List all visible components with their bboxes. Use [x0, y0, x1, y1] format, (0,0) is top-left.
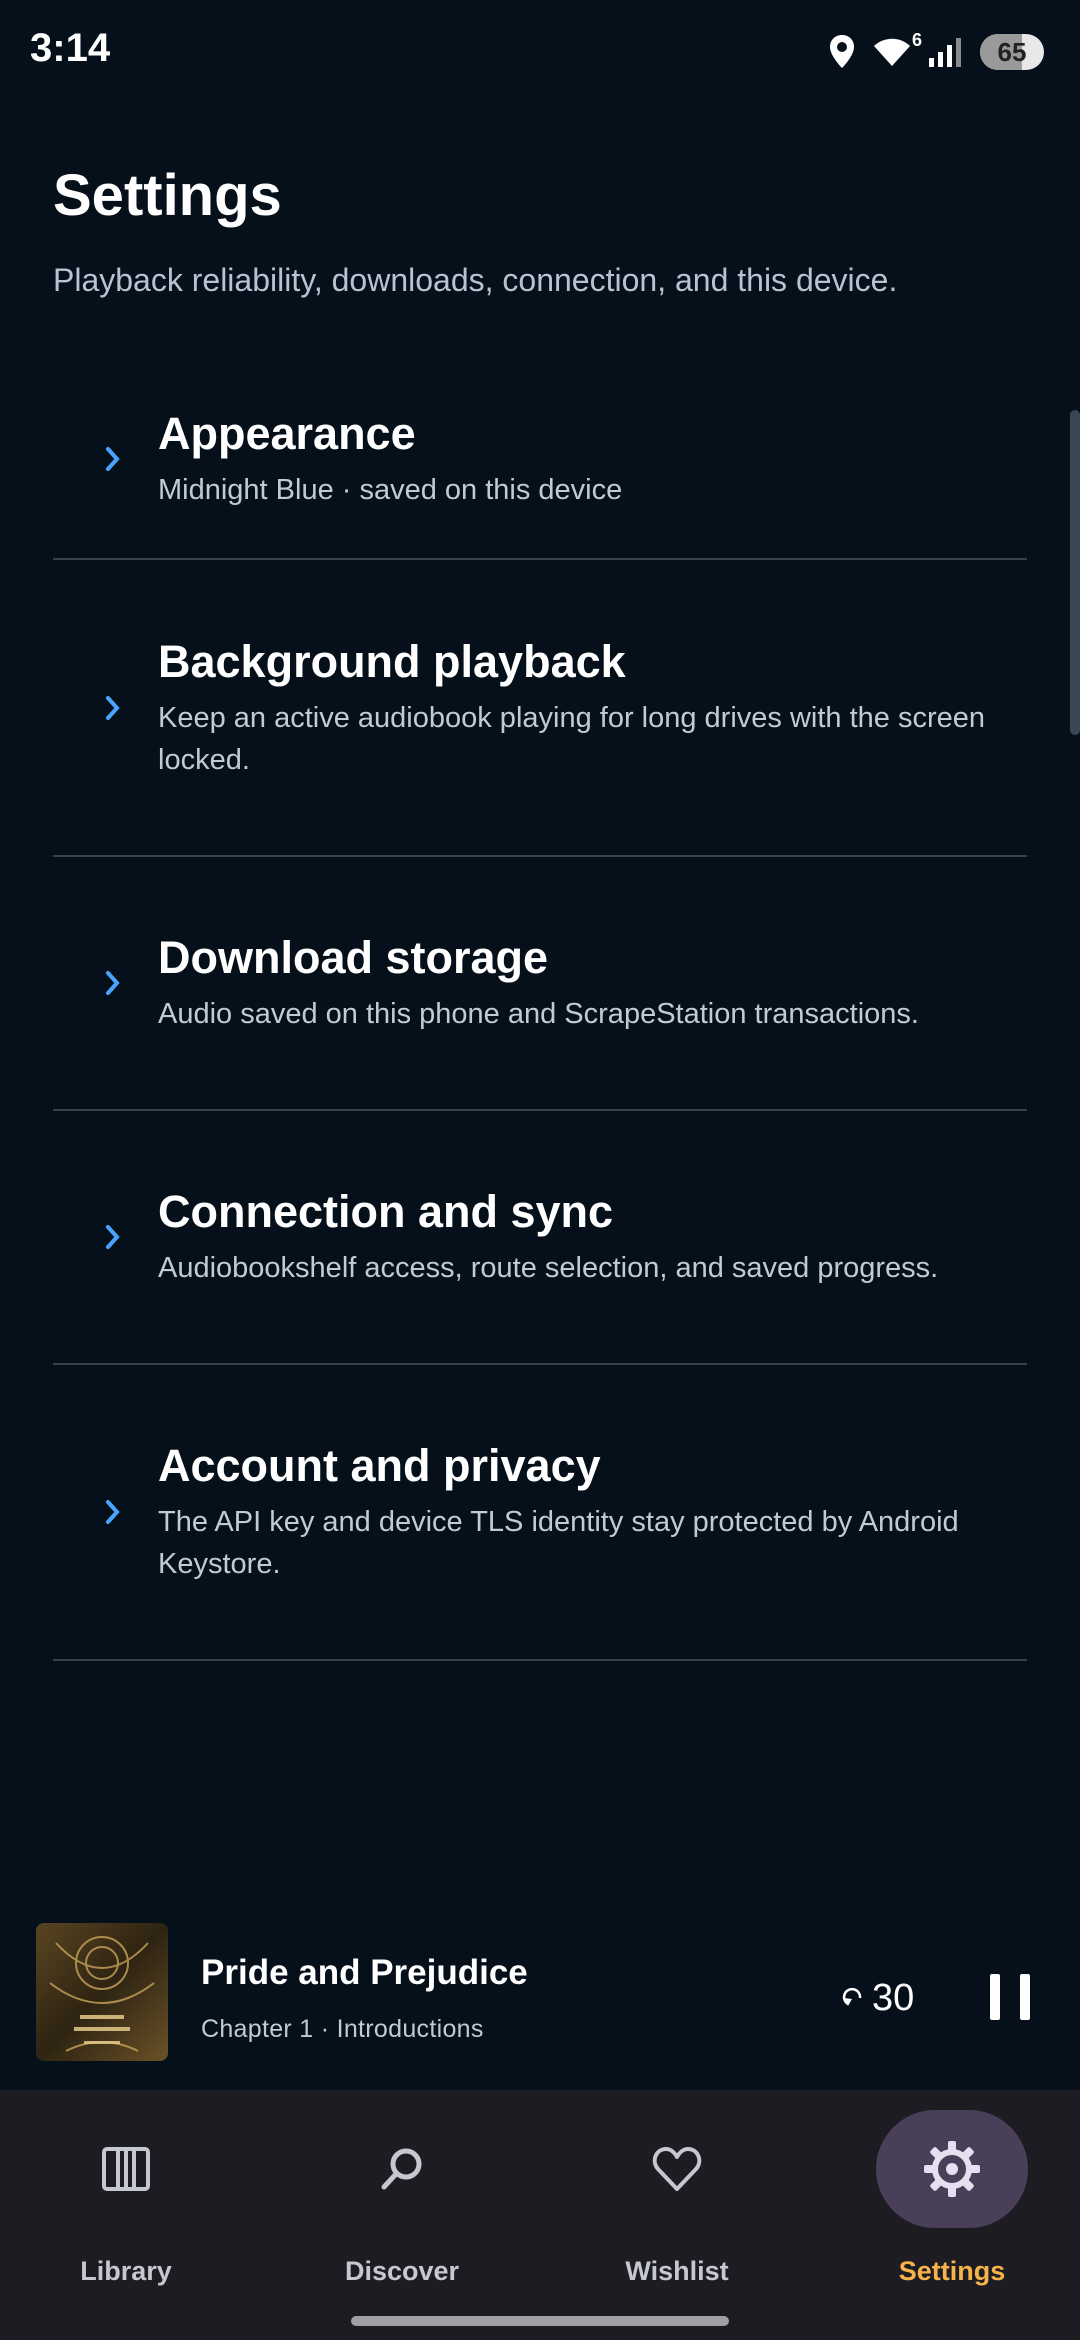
- status-time: 3:14: [30, 26, 111, 70]
- chevron-right-icon: [53, 970, 158, 996]
- chevron-right-icon: [53, 695, 158, 721]
- nav-item-library[interactable]: Library: [36, 2110, 216, 2290]
- status-bar: 3:14 6 65: [0, 0, 1080, 100]
- settings-screen: 3:14 6 65 Settings Playback reliability,…: [0, 0, 1080, 2340]
- bottom-navigation: Library Discover Wishlist Settings: [0, 2090, 1080, 2340]
- gear-icon: [876, 2110, 1028, 2228]
- location-icon: [828, 34, 856, 70]
- pause-button[interactable]: [990, 1969, 1030, 2025]
- settings-item-subtitle: Keep an active audiobook playing for lon…: [158, 701, 986, 776]
- nav-item-wishlist[interactable]: Wishlist: [587, 2110, 767, 2290]
- settings-item-background-playback[interactable]: Background playback Keep an active audio…: [53, 560, 1027, 857]
- nav-label: Discover: [344, 2256, 460, 2286]
- page-title: Settings: [53, 163, 282, 228]
- pause-bar: [1020, 1974, 1030, 2020]
- settings-item-connection-sync[interactable]: Connection and sync Audiobookshelf acces…: [53, 1111, 1027, 1365]
- rewind-button[interactable]: 30: [842, 1973, 914, 2023]
- status-icons: 6 65: [828, 30, 1044, 74]
- settings-item-account-privacy[interactable]: Account and privacy The API key and devi…: [53, 1365, 1027, 1661]
- now-playing-title: Pride and Prejudice: [201, 1953, 528, 1992]
- chevron-right-icon: [53, 446, 158, 472]
- wifi-icon: 6: [872, 30, 922, 68]
- heart-icon: [601, 2110, 753, 2228]
- settings-item-title: Background playback: [158, 635, 626, 687]
- home-indicator[interactable]: [351, 2316, 729, 2326]
- settings-item-title: Account and privacy: [158, 1440, 601, 1491]
- settings-item-download-storage[interactable]: Download storage Audio saved on this pho…: [53, 857, 1027, 1111]
- chevron-right-icon: [53, 1499, 158, 1525]
- settings-item-title: Appearance: [158, 408, 416, 459]
- nav-item-settings[interactable]: Settings: [862, 2110, 1042, 2290]
- rewind-seconds: 30: [872, 1976, 915, 2019]
- library-icon: [50, 2110, 202, 2228]
- battery-icon: 65: [980, 34, 1044, 70]
- settings-item-title: Download storage: [158, 932, 549, 983]
- pause-bar: [990, 1974, 1000, 2020]
- search-icon: [326, 2110, 478, 2228]
- settings-item-subtitle: Audio saved on this phone and ScrapeStat…: [158, 998, 919, 1030]
- nav-label: Wishlist: [625, 2256, 729, 2286]
- settings-item-subtitle: Audiobookshelf access, route selection, …: [158, 1252, 939, 1284]
- book-cover-icon[interactable]: [36, 1923, 168, 2061]
- settings-list: Appearance Midnight Blue · saved on this…: [53, 360, 1027, 1661]
- nav-label: Settings: [898, 2256, 1006, 2286]
- settings-item-subtitle: The API key and device TLS identity stay…: [158, 1506, 959, 1580]
- settings-item-subtitle: Midnight Blue · saved on this device: [158, 474, 623, 506]
- rewind-icon: [842, 1984, 864, 2013]
- page-subtitle: Playback reliability, downloads, connect…: [53, 262, 898, 298]
- settings-item-appearance[interactable]: Appearance Midnight Blue · saved on this…: [53, 360, 1027, 560]
- scrollbar[interactable]: [1070, 410, 1080, 735]
- battery-level: 65: [997, 37, 1027, 67]
- nav-label: Library: [80, 2256, 172, 2286]
- chevron-right-icon: [53, 1224, 158, 1250]
- signal-icon: [928, 36, 964, 68]
- now-playing-chapter: Chapter 1 · Introductions: [201, 2015, 484, 2043]
- settings-item-title: Connection and sync: [158, 1186, 614, 1237]
- mini-player[interactable]: Pride and Prejudice Chapter 1 · Introduc…: [0, 1905, 1080, 2085]
- nav-item-discover[interactable]: Discover: [312, 2110, 492, 2290]
- wifi-badge: 6: [911, 30, 922, 50]
